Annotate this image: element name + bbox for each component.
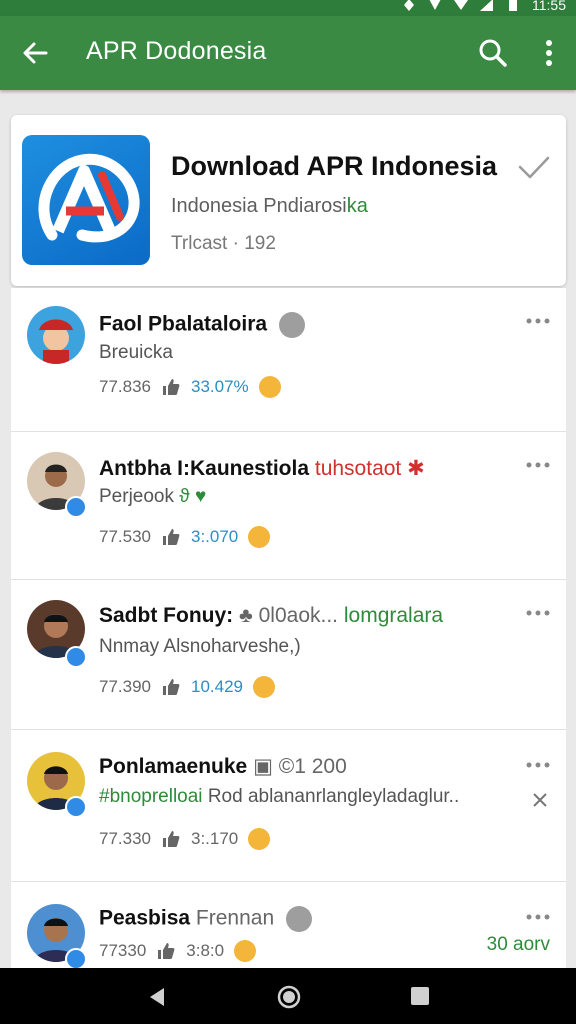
- more-horiz-icon[interactable]: [526, 460, 550, 470]
- close-icon[interactable]: [532, 792, 548, 808]
- location-icon: [404, 0, 414, 11]
- arrow-left-icon[interactable]: [18, 36, 52, 70]
- time-label: 30 aorv: [486, 934, 550, 955]
- post-stats: 77330 3:8:0: [99, 940, 257, 962]
- avatar: [27, 306, 85, 364]
- like-count: 3:.070: [191, 527, 239, 546]
- thumb-up-icon[interactable]: [161, 829, 181, 849]
- star-icon: ✱: [407, 457, 425, 480]
- smiley-icon: [248, 526, 271, 548]
- cell-signal-icon: [480, 0, 493, 11]
- view-count: 77.390: [99, 677, 151, 696]
- more-horiz-icon[interactable]: [526, 608, 550, 618]
- view-count: 77.836: [99, 377, 151, 396]
- post-stats: 77.836 33.07%: [99, 376, 281, 398]
- like-count: 33.07%: [191, 377, 249, 396]
- smiley-icon: [258, 376, 281, 398]
- image-icon: ▣: [253, 755, 273, 778]
- like-count: 10.429: [191, 677, 243, 696]
- list-item[interactable]: Peasbisa Frennan 77330 3:8:0 30 aorv: [11, 882, 566, 968]
- app-bar: APR Dodonesia: [0, 16, 576, 90]
- app-download-card[interactable]: Download APR Indonesia Indonesia Pndiaro…: [11, 115, 566, 286]
- status-bar: 11:55: [0, 0, 576, 16]
- app-title: Download APR Indonesia: [171, 151, 498, 181]
- green-heart-icon: ♥: [194, 486, 207, 507]
- post-author: Peasbisa Frennan: [99, 906, 312, 932]
- more-vert-icon[interactable]: [536, 36, 562, 70]
- verified-icon: [65, 496, 87, 518]
- thumb-up-icon[interactable]: [161, 677, 181, 697]
- thumb-up-icon[interactable]: [161, 527, 181, 547]
- post-subtitle: Perjeook ϑ ♥: [99, 486, 207, 507]
- view-count: 77330: [99, 941, 147, 960]
- battery-icon: [509, 0, 517, 11]
- smiley-icon: [248, 828, 271, 850]
- post-author: Antbha I:Kaunestiola tuhsotaot ✱: [99, 457, 425, 480]
- post-stats: 77.330 3:.170: [99, 828, 271, 850]
- list-item[interactable]: Ponlamaenuke ▣ ©1 200 #bnoprelloai Rod a…: [11, 730, 566, 882]
- list-item[interactable]: Sadbt Fonuy: ♣ 0l0aok... lomgralara Nnma…: [11, 580, 566, 730]
- leaf-icon: ♣: [239, 604, 253, 627]
- post-author: Sadbt Fonuy: ♣ 0l0aok... lomgralara: [99, 604, 444, 627]
- post-stats: 77.390 10.429: [99, 676, 275, 698]
- signal-icon: [429, 0, 441, 10]
- search-icon[interactable]: [476, 36, 510, 70]
- view-count: 77.530: [99, 527, 151, 546]
- post-feed: Faol Pbalataloira Breuicka 77.836 33.07%…: [11, 288, 566, 968]
- smiley-icon: [253, 676, 275, 698]
- verified-icon: [65, 948, 87, 968]
- more-horiz-icon[interactable]: [526, 760, 550, 770]
- app-bar-title: APR Dodonesia: [86, 37, 267, 65]
- list-item[interactable]: Antbha I:Kaunestiola tuhsotaot ✱ Perjeoo…: [11, 432, 566, 580]
- nav-home-icon[interactable]: [276, 984, 302, 1010]
- smiley-icon: [234, 940, 257, 962]
- check-icon[interactable]: [517, 155, 551, 181]
- thumb-up-icon[interactable]: [156, 941, 176, 961]
- like-count: 3:8:0: [186, 941, 225, 960]
- post-subtitle: Breuicka: [99, 342, 173, 363]
- more-horiz-icon[interactable]: [526, 316, 550, 326]
- app-meta: Trlcast · 192: [171, 233, 276, 254]
- nav-back-icon[interactable]: [146, 986, 168, 1008]
- view-count: 77.330: [99, 829, 151, 848]
- like-count: 3:.170: [191, 829, 239, 848]
- clock: 11:55: [532, 0, 566, 13]
- verified-icon: [65, 646, 87, 668]
- puzzle-icon: [285, 906, 312, 932]
- post-subtitle: Nnmay Alsnoharveshe,): [99, 636, 301, 657]
- puzzle-icon: [278, 312, 305, 338]
- thumb-up-icon[interactable]: [161, 377, 181, 397]
- post-stats: 77.530 3:.070: [99, 526, 271, 548]
- app-subtitle: Indonesia Pndiarosika: [171, 195, 368, 217]
- wifi-icon: [454, 0, 468, 10]
- system-nav-bar: [0, 968, 576, 1024]
- post-author: Ponlamaenuke ▣ ©1 200: [99, 755, 347, 778]
- post-subtitle: #bnoprelloai Rod ablananrlangleyladaglur…: [99, 786, 460, 807]
- app-logo: [22, 135, 150, 265]
- post-author: Faol Pbalataloira: [99, 312, 305, 338]
- nav-recents-icon[interactable]: [409, 985, 431, 1007]
- list-item[interactable]: Faol Pbalataloira Breuicka 77.836 33.07%: [11, 288, 566, 432]
- more-horiz-icon[interactable]: [526, 912, 550, 922]
- verified-icon: [65, 796, 87, 818]
